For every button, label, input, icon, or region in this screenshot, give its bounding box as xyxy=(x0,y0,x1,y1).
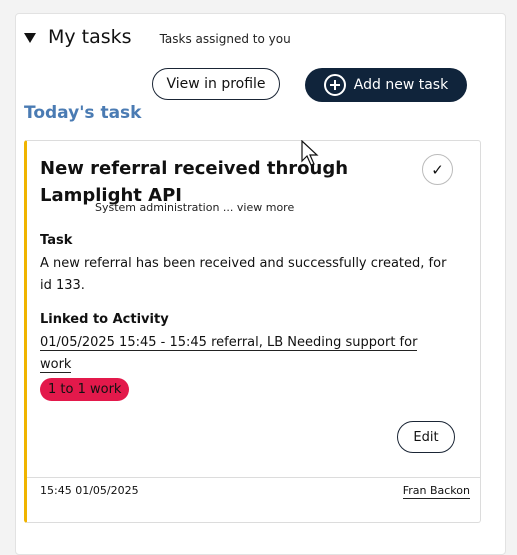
task-description: A new referral has been received and suc… xyxy=(40,256,447,293)
activity-type-badge: 1 to 1 work xyxy=(40,378,130,401)
task-label: Task xyxy=(40,233,73,248)
edit-button[interactable]: Edit xyxy=(397,421,455,453)
edit-label: Edit xyxy=(413,429,439,445)
add-new-task-label: Add new task xyxy=(353,77,449,93)
task-meta: System administration ... view more xyxy=(95,201,294,214)
linked-activity-text: 01/05/2025 15:45 - 15:45 referral, LB Ne… xyxy=(40,335,418,373)
linked-activity-label: Linked to Activity xyxy=(40,312,169,327)
panel-title: My tasks xyxy=(48,26,132,48)
view-more-link[interactable]: view more xyxy=(237,201,294,214)
task-date: 15:45 01/05/2025 xyxy=(40,484,139,497)
card-footer-divider xyxy=(27,477,480,478)
assigned-user-link[interactable]: Fran Backon xyxy=(402,484,470,499)
view-in-profile-label: View in profile xyxy=(166,76,266,92)
add-new-task-button[interactable]: Add new task xyxy=(305,68,467,102)
mouse-pointer-icon xyxy=(301,140,319,166)
section-title: Today's task xyxy=(24,103,142,123)
checkmark-icon: ✓ xyxy=(431,160,444,179)
my-tasks-header[interactable]: My tasks Tasks assigned to you xyxy=(24,26,291,48)
plus-circle-icon xyxy=(323,74,346,96)
caret-down-icon[interactable] xyxy=(24,33,36,43)
view-in-profile-button[interactable]: View in profile xyxy=(152,68,280,100)
task-meta-text: System administration ... xyxy=(95,201,234,214)
complete-task-button[interactable]: ✓ xyxy=(422,154,453,185)
panel-subtitle: Tasks assigned to you xyxy=(159,32,291,46)
task-card: New referral received through Lamplight … xyxy=(24,140,481,523)
linked-activity-link[interactable]: 01/05/2025 15:45 - 15:45 referral, LB Ne… xyxy=(40,332,450,376)
